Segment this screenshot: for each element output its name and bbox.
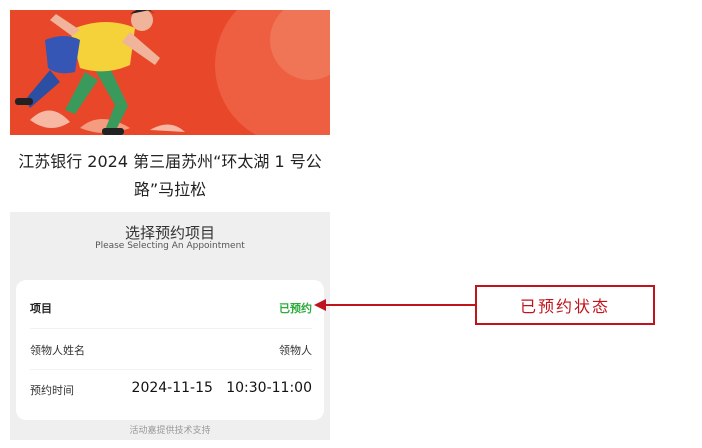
tech-support-footer: 活动嘉提供技术支持 xyxy=(129,426,211,436)
mobile-page: 江苏银行 2024 第三届苏州“环太湖 1 号公路”马拉松 选择预约项目 Ple… xyxy=(10,10,330,440)
runner-illustration xyxy=(10,10,330,135)
section-title: 选择预约项目 xyxy=(124,224,215,242)
status-badge: 已预约 xyxy=(279,302,312,315)
section-subtitle: Please Selecting An Appointment xyxy=(95,241,245,251)
event-title: 江苏银行 2024 第三届苏州“环太湖 1 号公路”马拉松 xyxy=(18,152,322,199)
divider xyxy=(30,369,312,370)
appointment-time-label: 预约时间 xyxy=(30,384,74,397)
recipient-name-row[interactable]: 领物人姓名 领物人 xyxy=(30,339,312,359)
project-row[interactable]: 项目 已预约 xyxy=(30,297,312,317)
appointment-time-row[interactable]: 预约时间 2024-11-15 10:30-11:00 xyxy=(30,379,312,399)
event-banner-image xyxy=(10,10,330,135)
recipient-name-label: 领物人姓名 xyxy=(30,344,85,357)
annotation-arrow-icon xyxy=(314,299,476,311)
divider xyxy=(30,328,312,329)
appointment-card: 项目 已预约 领物人姓名 领物人 预约时间 2024-11-15 10:30-1… xyxy=(16,280,324,420)
appointment-section: 选择预约项目 Please Selecting An Appointment 项… xyxy=(10,212,330,440)
project-label: 项目 xyxy=(30,302,52,315)
annotation-callout: 已预约状态 xyxy=(475,285,655,325)
recipient-name-value: 领物人 xyxy=(279,344,312,357)
appointment-time-value: 2024-11-15 10:30-11:00 xyxy=(131,380,312,396)
